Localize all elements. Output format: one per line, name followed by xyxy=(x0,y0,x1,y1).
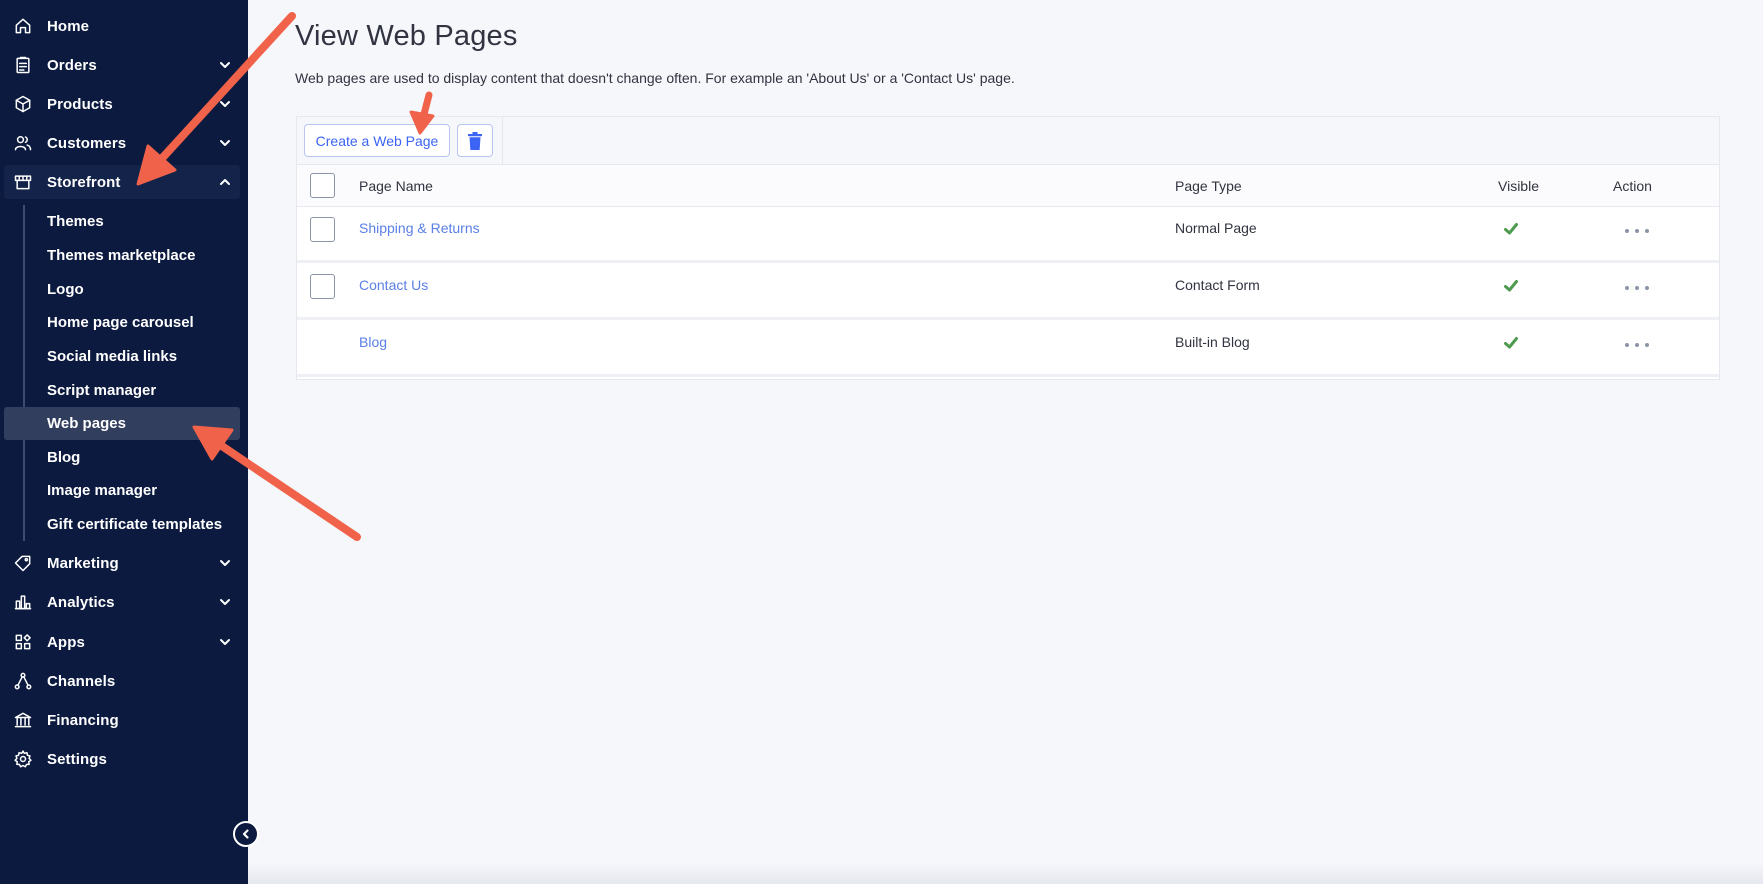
sidebar-item-label: Products xyxy=(47,95,113,113)
row-actions-menu[interactable] xyxy=(1625,335,1649,355)
sidebar-subitem-social-media-links[interactable]: Social media links xyxy=(4,340,240,373)
chevron-down-icon xyxy=(218,136,232,150)
sidebar-subitem-label: Themes marketplace xyxy=(47,247,196,264)
chevron-down-icon xyxy=(218,635,232,649)
channels-icon xyxy=(12,670,34,692)
sidebar-subitem-label: Blog xyxy=(47,449,81,466)
chevron-down-icon xyxy=(218,595,232,609)
table-row: Shipping & Returns Normal Page xyxy=(297,207,1719,263)
apps-grid-icon xyxy=(12,631,34,653)
sidebar-subitem-gift-certificate-templates[interactable]: Gift certificate templates xyxy=(4,508,240,541)
table-header: Page Name Page Type Visible Action xyxy=(297,165,1719,207)
sidebar-item-financing[interactable]: Financing xyxy=(4,703,240,737)
sidebar-item-label: Storefront xyxy=(47,173,121,191)
sidebar-item-label: Financing xyxy=(47,711,119,729)
sidebar-subitem-label: Gift certificate templates xyxy=(47,516,223,533)
users-icon xyxy=(12,132,34,154)
sidebar-subitem-home-page-carousel[interactable]: Home page carousel xyxy=(4,306,240,339)
chevron-down-icon xyxy=(218,556,232,570)
row-checkbox[interactable] xyxy=(310,274,335,299)
row-actions-menu[interactable] xyxy=(1625,278,1649,298)
column-header-action: Action xyxy=(1613,178,1652,194)
visible-check-icon[interactable] xyxy=(1503,335,1519,351)
chevron-down-icon xyxy=(218,58,232,72)
row-actions-menu[interactable] xyxy=(1625,221,1649,241)
sidebar-item-orders[interactable]: Orders xyxy=(4,48,240,82)
toolbar-divider xyxy=(502,117,503,165)
delete-button[interactable] xyxy=(457,124,493,157)
gear-icon xyxy=(12,748,34,770)
web-pages-table: Create a Web Page Page Name Page Type Vi… xyxy=(296,116,1720,380)
sidebar-item-label: Channels xyxy=(47,672,116,690)
home-icon xyxy=(12,15,34,37)
page-type: Built-in Blog xyxy=(1175,334,1250,350)
page-name-link[interactable]: Shipping & Returns xyxy=(359,220,480,236)
chevron-up-icon xyxy=(218,175,232,189)
select-all-checkbox[interactable] xyxy=(310,173,335,198)
sidebar-subitem-themes-marketplace[interactable]: Themes marketplace xyxy=(4,239,240,272)
box-icon xyxy=(12,93,34,115)
sidebar-subitem-themes[interactable]: Themes xyxy=(4,205,240,238)
sidebar-item-label: Customers xyxy=(47,134,127,152)
sidebar-subitem-label: Image manager xyxy=(47,482,158,499)
clipboard-icon xyxy=(12,54,34,76)
trash-icon xyxy=(468,131,482,150)
sidebar-subitem-label: Logo xyxy=(47,281,84,298)
sidebar-subitem-script-manager[interactable]: Script manager xyxy=(4,374,240,407)
bank-icon xyxy=(12,709,34,731)
sidebar-item-marketing[interactable]: Marketing xyxy=(4,546,240,580)
sidebar-subitem-label: Themes xyxy=(47,213,104,230)
sidebar: Home Orders Products Customers Storefron… xyxy=(0,0,259,884)
table-row: Blog Built-in Blog xyxy=(297,321,1719,377)
row-checkbox[interactable] xyxy=(310,217,335,242)
sidebar-item-apps[interactable]: Apps xyxy=(4,625,240,659)
main-content: View Web Pages Web pages are used to dis… xyxy=(248,0,1763,884)
create-web-page-button[interactable]: Create a Web Page xyxy=(304,124,450,157)
page-name-link[interactable]: Blog xyxy=(359,334,387,350)
storefront-icon xyxy=(12,171,34,193)
page-description: Web pages are used to display content th… xyxy=(295,70,1015,86)
sidebar-item-label: Orders xyxy=(47,56,97,74)
sidebar-subitem-label: Script manager xyxy=(47,382,157,399)
sidebar-item-label: Analytics xyxy=(47,593,115,611)
sidebar-subitem-label: Home page carousel xyxy=(47,314,194,331)
table-row: Contact Us Contact Form xyxy=(297,264,1719,320)
sidebar-subitem-blog[interactable]: Blog xyxy=(4,441,240,474)
sidebar-item-label: Settings xyxy=(47,750,107,768)
sidebar-item-channels[interactable]: Channels xyxy=(4,664,240,698)
sidebar-item-products[interactable]: Products xyxy=(4,87,240,121)
column-header-page-name: Page Name xyxy=(359,178,433,194)
page-type: Contact Form xyxy=(1175,277,1260,293)
bottom-shadow xyxy=(248,862,1763,884)
column-header-visible: Visible xyxy=(1498,178,1539,194)
sidebar-item-label: Marketing xyxy=(47,554,119,572)
page-name-link[interactable]: Contact Us xyxy=(359,277,428,293)
sidebar-subitem-label: Social media links xyxy=(47,348,178,365)
sidebar-subitem-logo[interactable]: Logo xyxy=(4,273,240,306)
sidebar-item-home[interactable]: Home xyxy=(4,9,240,43)
sidebar-item-storefront[interactable]: Storefront xyxy=(4,165,240,199)
table-toolbar: Create a Web Page xyxy=(297,117,1719,165)
visible-check-icon[interactable] xyxy=(1503,221,1519,237)
sidebar-item-customers[interactable]: Customers xyxy=(4,126,240,160)
tag-icon xyxy=(12,552,34,574)
sidebar-item-analytics[interactable]: Analytics xyxy=(4,585,240,619)
page-type: Normal Page xyxy=(1175,220,1257,236)
bar-chart-icon xyxy=(12,591,34,613)
sidebar-item-settings[interactable]: Settings xyxy=(4,742,240,776)
sidebar-item-label: Home xyxy=(47,17,90,35)
column-header-page-type: Page Type xyxy=(1175,178,1242,194)
sidebar-item-label: Apps xyxy=(47,633,85,651)
sidebar-subitem-web-pages[interactable]: Web pages xyxy=(4,407,240,440)
sidebar-subitem-image-manager[interactable]: Image manager xyxy=(4,474,240,507)
sidebar-subitem-label: Web pages xyxy=(47,415,126,432)
chevron-down-icon xyxy=(218,97,232,111)
visible-check-icon[interactable] xyxy=(1503,278,1519,294)
page-title: View Web Pages xyxy=(295,20,518,52)
